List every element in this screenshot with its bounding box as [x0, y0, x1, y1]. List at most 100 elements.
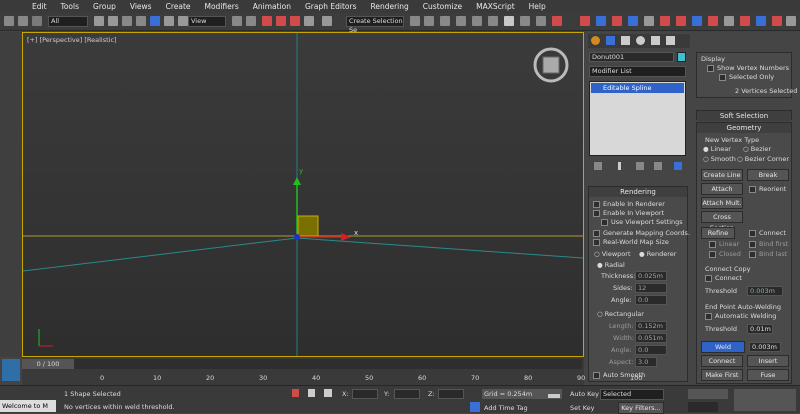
material-editor-icon[interactable]	[504, 16, 514, 26]
geometry-rollout-header[interactable]: Geometry	[697, 123, 791, 133]
reorient-checkbox[interactable]	[749, 186, 756, 193]
select-by-name-icon[interactable]	[108, 16, 118, 26]
percent-snap-icon[interactable]	[290, 16, 300, 26]
key-filters-button[interactable]: Key Filters...	[618, 402, 664, 414]
tool-red-6-icon[interactable]	[740, 16, 750, 26]
menu-item-group[interactable]: Group	[93, 2, 116, 11]
display-tab-icon[interactable]	[651, 36, 660, 45]
weld-button[interactable]: Weld	[701, 341, 745, 353]
menu-item-rendering[interactable]: Rendering	[370, 2, 408, 11]
bind-last-checkbox[interactable]	[749, 251, 756, 258]
tool-red-7-icon[interactable]	[772, 16, 782, 26]
tool-gray-3-icon[interactable]	[786, 16, 796, 26]
timeline-ruler[interactable]: 0 10 20 30 40 50 60 70 80 90 100	[22, 370, 642, 384]
window-crossing-icon[interactable]	[136, 16, 146, 26]
align-icon[interactable]	[424, 16, 434, 26]
cross-section-button[interactable]: Cross Section	[701, 211, 743, 232]
bind-first-checkbox[interactable]	[749, 241, 756, 248]
pivot-icon[interactable]	[232, 16, 242, 26]
maxscript-listener[interactable]: Welcome to M	[0, 400, 56, 412]
lock-icon[interactable]	[308, 389, 315, 397]
time-tag-icon[interactable]	[470, 402, 480, 412]
linear-checkbox[interactable]	[709, 241, 716, 248]
select-icon[interactable]	[94, 16, 104, 26]
render-setup-icon[interactable]	[520, 16, 530, 26]
make-first-button[interactable]: Make First	[701, 369, 743, 381]
enable-viewport-checkbox[interactable]	[593, 210, 600, 217]
render-frame-icon[interactable]	[536, 16, 546, 26]
menu-item-graph-editors[interactable]: Graph Editors	[305, 2, 357, 11]
utilities-tab-icon[interactable]	[666, 36, 675, 45]
connect-button[interactable]: Connect	[701, 355, 743, 367]
playback-controls[interactable]	[688, 389, 728, 399]
smooth-radio[interactable]: ○ Smooth	[703, 155, 736, 163]
ribbon-icon[interactable]	[456, 16, 466, 26]
menu-item-animation[interactable]: Animation	[253, 2, 291, 11]
select-manipulate-icon[interactable]	[246, 16, 256, 26]
scale-icon[interactable]	[178, 16, 188, 26]
time-slider-track[interactable]: 0 / 100	[22, 359, 582, 369]
rect-select-icon[interactable]	[122, 16, 132, 26]
create-line-button[interactable]: Create Line	[701, 169, 743, 181]
motion-tab-icon[interactable]	[636, 36, 645, 45]
tool-blue-1-icon[interactable]	[596, 16, 606, 26]
rotate-icon[interactable]	[164, 16, 174, 26]
key-icon[interactable]	[548, 394, 560, 398]
tool-gray-1-icon[interactable]	[644, 16, 654, 26]
threshold-spinner[interactable]: 0.003m	[747, 286, 783, 296]
object-name-field[interactable]: Donut001	[589, 52, 674, 62]
automatic-welding-checkbox[interactable]	[705, 313, 712, 320]
tool-blue-4-icon[interactable]	[756, 16, 766, 26]
viewport-radio[interactable]: ○ Viewport	[594, 250, 631, 258]
configure-sets-icon[interactable]	[674, 162, 682, 170]
use-viewport-settings-checkbox[interactable]	[601, 219, 608, 226]
mirror-icon[interactable]	[410, 16, 420, 26]
thickness-spinner[interactable]: 0.025m	[635, 271, 667, 281]
bezier-radio[interactable]: ○ Bezier	[743, 145, 771, 153]
real-world-checkbox[interactable]	[593, 239, 600, 246]
ref-coord-dropdown[interactable]: View	[188, 16, 226, 27]
angle-snap-icon[interactable]	[276, 16, 286, 26]
create-tab-icon[interactable]	[591, 36, 600, 45]
menu-item-tools[interactable]: Tools	[61, 2, 79, 11]
weld-threshold-spinner[interactable]: 0.003m	[749, 342, 781, 352]
sides-spinner[interactable]: 12	[635, 283, 667, 293]
tool-red-4-icon[interactable]	[676, 16, 686, 26]
key-selection-dropdown[interactable]: Selected	[600, 389, 664, 400]
curve-editor-icon[interactable]	[472, 16, 482, 26]
current-frame-field[interactable]	[688, 402, 718, 412]
pin-stack-icon[interactable]	[594, 162, 602, 170]
x-field[interactable]	[352, 389, 378, 399]
menu-item-modifiers[interactable]: Modifiers	[205, 2, 239, 11]
attach-mult-button[interactable]: Attach Mult.	[701, 197, 743, 209]
absolute-mode-icon[interactable]	[324, 389, 332, 397]
renderer-radio[interactable]: ● Renderer	[639, 250, 676, 258]
fuse-button[interactable]: Fuse	[747, 369, 789, 381]
spinner-snap-icon[interactable]	[304, 16, 314, 26]
menu-item-views[interactable]: Views	[130, 2, 152, 11]
hierarchy-tab-icon[interactable]	[621, 36, 630, 45]
refine-button[interactable]: Refine	[701, 227, 735, 239]
redo-icon[interactable]	[18, 16, 28, 26]
modify-tab-icon[interactable]	[606, 36, 615, 45]
show-end-result-icon[interactable]	[618, 162, 621, 170]
z-field[interactable]	[438, 389, 464, 399]
viewport-navigation-controls[interactable]	[734, 389, 796, 411]
link-icon[interactable]	[32, 16, 42, 26]
attach-button[interactable]: Attach	[701, 183, 743, 195]
make-unique-icon[interactable]	[636, 162, 644, 170]
time-slider[interactable]: 0 / 100	[22, 359, 74, 369]
menu-item-customize[interactable]: Customize	[423, 2, 462, 11]
aspect-spinner[interactable]: 3.0	[635, 357, 657, 367]
menu-item-help[interactable]: Help	[529, 2, 546, 11]
generate-mapping-checkbox[interactable]	[593, 230, 600, 237]
tool-red-2-icon[interactable]	[612, 16, 622, 26]
auto-key-button[interactable]: Auto Key	[570, 390, 599, 398]
linear-radio[interactable]: ● Linear	[703, 145, 731, 153]
tool-blue-2-icon[interactable]	[628, 16, 638, 26]
break-button[interactable]: Break	[747, 169, 789, 181]
rendering-rollout-header[interactable]: Rendering	[589, 187, 687, 197]
set-key-button[interactable]: Set Key	[570, 404, 595, 412]
modifier-list-dropdown[interactable]: Modifier List	[589, 66, 686, 77]
move-icon[interactable]	[150, 16, 160, 26]
